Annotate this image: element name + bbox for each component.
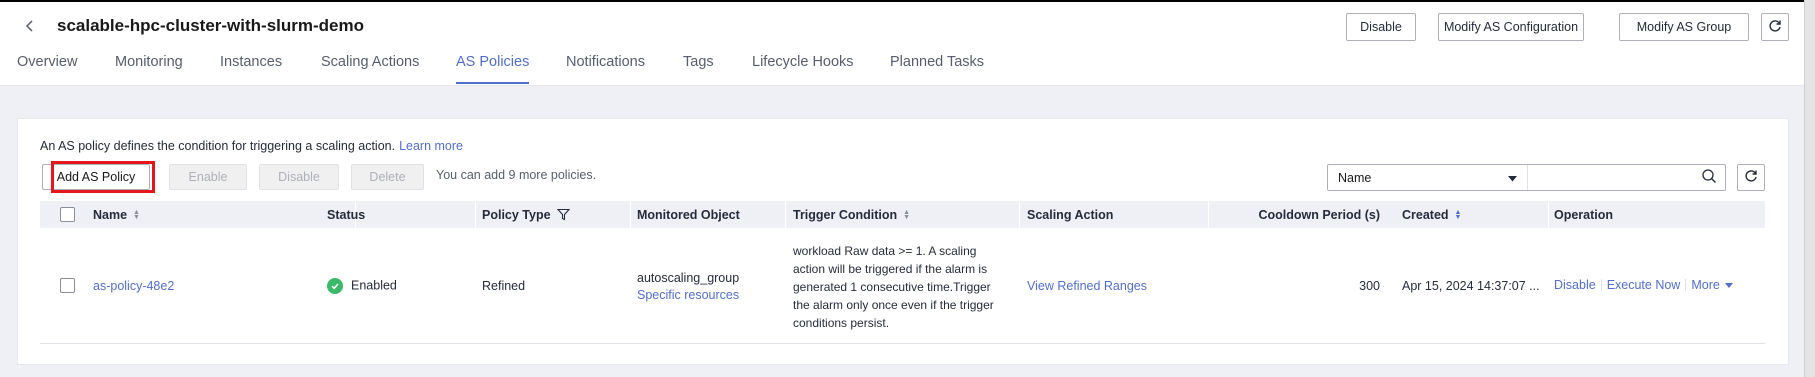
page-header: scalable-hpc-cluster-with-slurm-demo Dis… (0, 2, 1804, 86)
more-link[interactable]: More (1691, 278, 1719, 292)
header-refresh-button[interactable] (1761, 13, 1789, 41)
highlight-box (51, 161, 155, 193)
specific-resources-link[interactable]: Specific resources (637, 288, 739, 302)
col-scaling-action: Scaling Action (1027, 201, 1209, 228)
delete-button[interactable]: Delete (351, 164, 424, 190)
search-filter-value: Name (1338, 170, 1372, 185)
policy-name-link[interactable]: as-policy-48e2 (93, 279, 174, 293)
select-all-checkbox[interactable] (60, 207, 75, 222)
status-cell: Enabled (327, 278, 397, 294)
view-refined-ranges-link[interactable]: View Refined Ranges (1027, 279, 1147, 293)
col-operation: Operation (1554, 201, 1613, 228)
tab-instances[interactable]: Instances (220, 54, 282, 84)
tab-scaling-actions[interactable]: Scaling Actions (321, 54, 419, 84)
trigger-condition-value: workload Raw data >= 1. A scaling action… (793, 244, 994, 330)
enable-button[interactable]: Enable (169, 164, 247, 190)
col-monitored-object: Monitored Object (637, 201, 786, 228)
scrollbar[interactable] (1804, 0, 1815, 377)
search-bar: Name (1327, 164, 1726, 191)
table-header: Name ▲ ▼ Status Policy Type Monitored Obj… (40, 201, 1765, 228)
execute-now-link[interactable]: Execute Now (1607, 278, 1681, 292)
row-disable-link[interactable]: Disable (1554, 278, 1596, 292)
col-status-label: Status (327, 207, 366, 222)
tab-notifications[interactable]: Notifications (566, 54, 645, 84)
refresh-icon (1768, 19, 1782, 36)
caret-down-icon[interactable] (1724, 282, 1733, 288)
col-cooldown-label: Cooldown Period (s) (1258, 207, 1380, 222)
col-name-label: Name (93, 207, 128, 222)
col-trigger-condition[interactable]: Trigger Condition ▲ ▼ (793, 201, 1020, 228)
policy-type-value: Refined (482, 279, 526, 293)
col-created[interactable]: Created ▲ ▼ (1402, 201, 1549, 228)
divider (1600, 279, 1602, 291)
col-monitored-object-label: Monitored Object (637, 207, 740, 222)
monitored-object-value: autoscaling_group (637, 271, 740, 285)
disable-group-button[interactable]: Disable (1346, 13, 1416, 41)
tab-tags[interactable]: Tags (683, 54, 714, 84)
tab-planned-tasks[interactable]: Planned Tasks (890, 54, 984, 84)
policies-description: An AS policy defines the condition for t… (40, 139, 463, 153)
learn-more-link[interactable]: Learn more (399, 139, 463, 153)
modify-as-group-button[interactable]: Modify AS Group (1619, 13, 1749, 41)
col-policy-type: Policy Type (482, 201, 631, 228)
page-title: scalable-hpc-cluster-with-slurm-demo (57, 16, 365, 35)
tab-as-policies[interactable]: AS Policies (456, 54, 530, 84)
col-created-label: Created (1402, 207, 1449, 222)
divider (1685, 279, 1687, 291)
sort-icon[interactable]: ▲ ▼ (903, 209, 910, 221)
cooldown-value: 300 (1359, 279, 1380, 293)
sort-icon[interactable]: ▲ ▼ (133, 209, 140, 221)
row-operations: Disable Execute Now More (1554, 278, 1733, 292)
table-refresh-button[interactable] (1737, 164, 1765, 191)
refresh-icon (1744, 169, 1758, 186)
col-name[interactable]: Name ▲ ▼ (93, 201, 356, 228)
search-icon[interactable] (1701, 168, 1717, 187)
tab-overview[interactable]: Overview (17, 54, 77, 84)
tab-monitoring[interactable]: Monitoring (115, 54, 183, 84)
col-policy-type-label: Policy Type (482, 207, 551, 222)
search-filter-select[interactable]: Name (1328, 165, 1528, 190)
col-status: Status (327, 201, 476, 228)
search-input[interactable] (1528, 165, 1725, 190)
sort-icon[interactable]: ▲ ▼ (1455, 209, 1462, 221)
chevron-left-icon[interactable] (22, 18, 38, 34)
col-operation-label: Operation (1554, 207, 1614, 222)
select-all-cell (60, 201, 75, 228)
created-value: Apr 15, 2024 14:37:07 ... (1402, 279, 1540, 293)
row-checkbox[interactable] (60, 278, 75, 293)
caret-down-icon (1508, 171, 1517, 185)
modify-as-configuration-button[interactable]: Modify AS Configuration (1438, 13, 1584, 41)
description-text: An AS policy defines the condition for t… (40, 139, 396, 153)
filter-icon[interactable] (556, 208, 570, 221)
disable-button[interactable]: Disable (259, 164, 339, 190)
table-row: as-policy-48e2 Enabled Refined autoscali… (40, 229, 1765, 344)
row-select-cell (60, 278, 75, 296)
col-scaling-action-label: Scaling Action (1027, 207, 1114, 222)
col-cooldown: Cooldown Period (s) (1215, 201, 1380, 228)
check-circle-icon (327, 278, 343, 294)
status-text: Enabled (351, 278, 397, 293)
quota-text: You can add 9 more policies. (436, 168, 597, 182)
col-trigger-condition-label: Trigger Condition (793, 207, 898, 222)
tab-lifecycle-hooks[interactable]: Lifecycle Hooks (752, 54, 854, 84)
